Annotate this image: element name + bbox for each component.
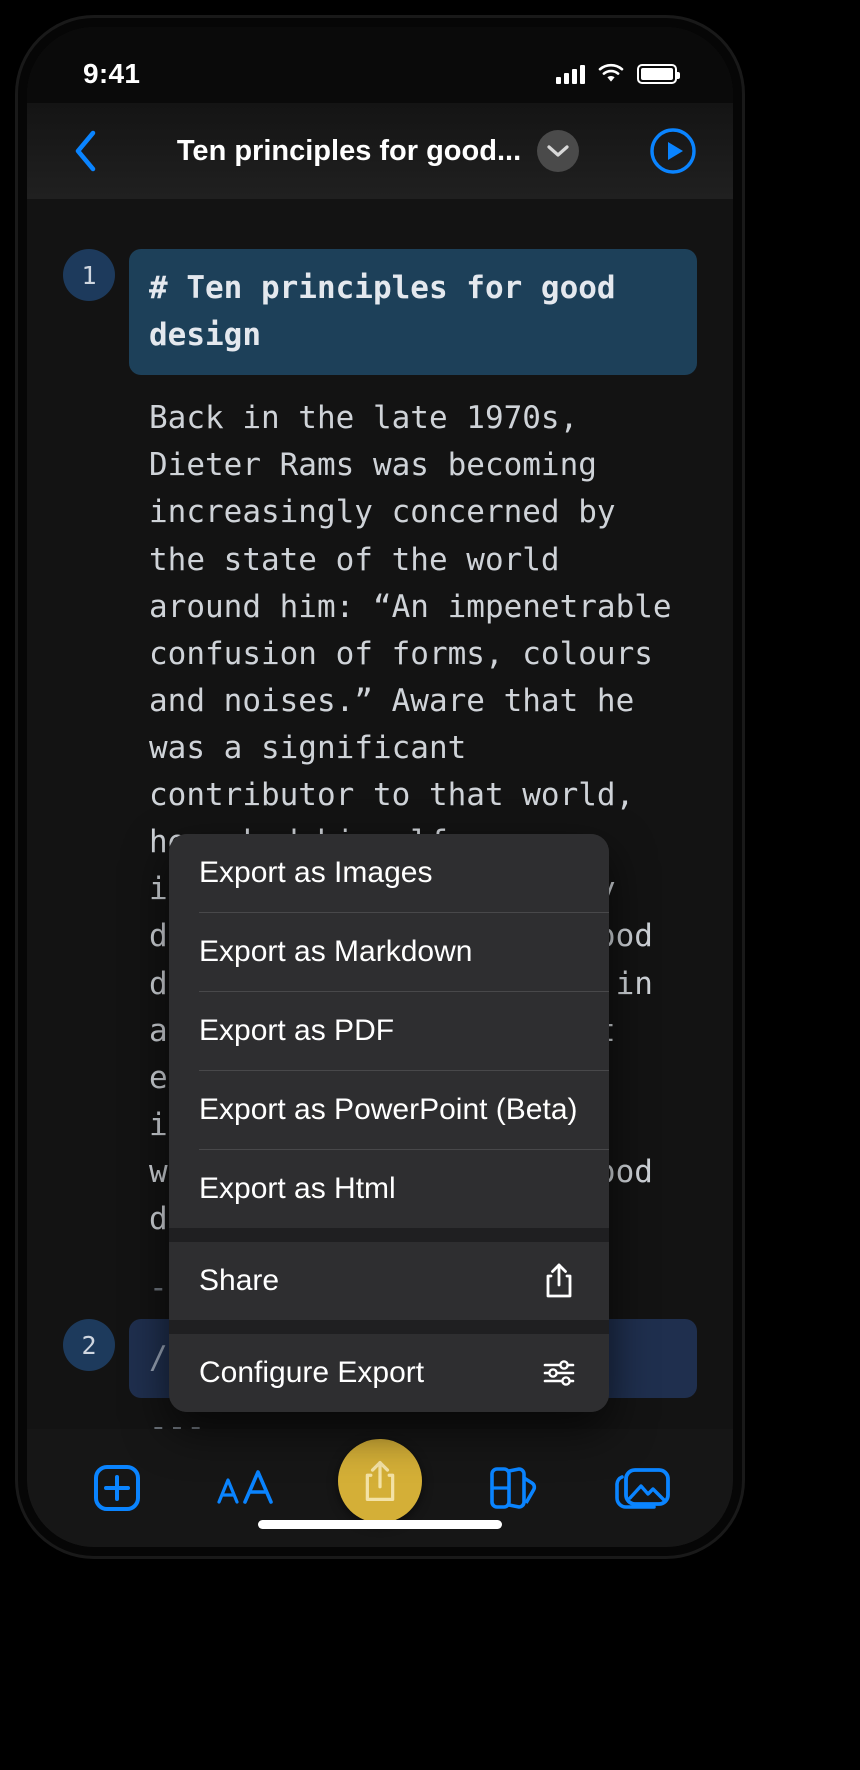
battery-full-icon: [637, 64, 680, 84]
bottom-toolbar[interactable]: [27, 1429, 733, 1547]
menu-item-export-powerpoint[interactable]: Export as PowerPoint (Beta): [169, 1071, 609, 1149]
menu-item-configure-export[interactable]: Configure Export: [169, 1334, 609, 1412]
play-preview-button[interactable]: [649, 127, 697, 175]
menu-item-label: Share: [199, 1264, 280, 1297]
menu-item-export-markdown[interactable]: Export as Markdown: [169, 913, 609, 991]
menu-item-label: Export as PowerPoint (Beta): [199, 1093, 578, 1126]
menu-item-label: Export as Html: [199, 1172, 396, 1205]
plus-square-icon: [94, 1465, 141, 1511]
export-context-menu[interactable]: Export as Images Export as Markdown Expo…: [169, 834, 609, 1412]
back-button[interactable]: [63, 129, 107, 173]
share-export-button[interactable]: [337, 1439, 422, 1523]
phone-frame: 9:41 Ten principles for good... 1 # Ten …: [18, 18, 742, 1556]
status-bar: 9:41: [27, 27, 733, 103]
theme-button[interactable]: [478, 1452, 550, 1524]
line-number-badge: 2: [63, 1319, 115, 1372]
sliders-icon: [539, 1353, 579, 1393]
menu-item-label: Export as PDF: [199, 1014, 395, 1047]
status-time: 9:41: [83, 58, 141, 89]
signal-bars-icon: [556, 64, 585, 84]
screenshot-root: 9:41 Ten principles for good... 1 # Ten …: [0, 0, 860, 1770]
wifi-icon: [598, 63, 624, 82]
menu-group-separator: [169, 1320, 609, 1334]
share-icon: [365, 1460, 395, 1502]
navigation-bar: Ten principles for good...: [27, 103, 733, 199]
menu-item-label: Export as Images: [199, 856, 433, 889]
media-button[interactable]: [607, 1452, 679, 1524]
chevron-down-icon: [547, 145, 569, 157]
menu-group-separator: [169, 1228, 609, 1242]
menu-item-label: Export as Markdown: [199, 935, 473, 968]
document-title-group[interactable]: Ten principles for good...: [107, 130, 649, 172]
editor-line[interactable]: 1 # Ten principles for good design: [27, 249, 733, 376]
line-number-badge: [63, 379, 115, 431]
text-size-button[interactable]: [210, 1452, 282, 1524]
photo-icon: [614, 1468, 670, 1509]
text-size-icon: [216, 1470, 273, 1504]
line-number-badge: [63, 1263, 115, 1315]
menu-item-export-html[interactable]: Export as Html: [169, 1150, 609, 1228]
menu-item-label: Configure Export: [199, 1356, 425, 1389]
chevron-left-icon: [75, 130, 96, 172]
color-swatch-icon: [490, 1467, 537, 1509]
menu-item-export-pdf[interactable]: Export as PDF: [169, 992, 609, 1070]
status-indicators: [556, 63, 680, 85]
phone-screen: 9:41 Ten principles for good... 1 # Ten …: [27, 27, 733, 1547]
add-block-button[interactable]: [81, 1452, 153, 1524]
play-circle-icon: [650, 128, 696, 174]
line-number-badge: 1: [63, 249, 115, 301]
line-content[interactable]: # Ten principles for good design: [129, 249, 697, 376]
share-icon: [539, 1261, 579, 1301]
line-number-badge: [63, 1402, 115, 1429]
home-indicator: [258, 1520, 502, 1529]
menu-item-share[interactable]: Share: [169, 1242, 609, 1320]
title-dropdown-button[interactable]: [537, 130, 580, 172]
page-title: Ten principles for good...: [176, 134, 522, 167]
menu-item-export-images[interactable]: Export as Images: [169, 834, 609, 912]
